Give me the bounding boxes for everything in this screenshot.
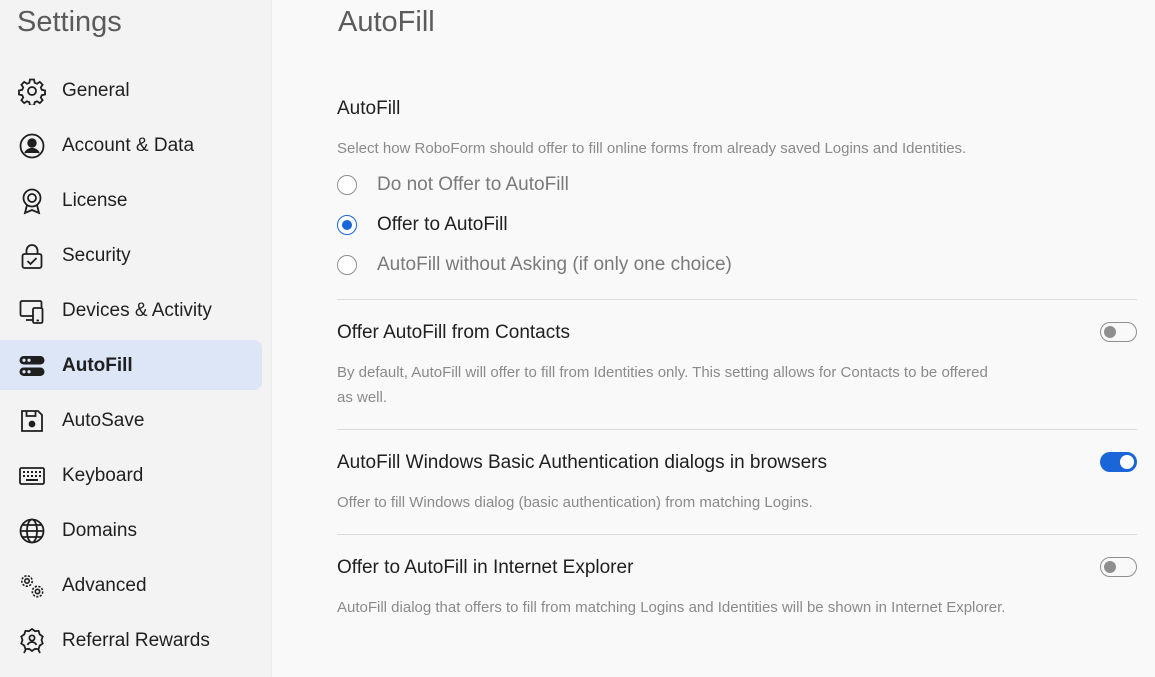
ie-toggle[interactable] (1100, 557, 1137, 577)
windows-auth-toggle[interactable] (1100, 452, 1137, 472)
sidebar-item-security[interactable]: Security (0, 230, 262, 280)
contacts-toggle[interactable] (1100, 322, 1137, 342)
radio-button[interactable] (337, 255, 357, 275)
lock-icon (18, 242, 46, 270)
contacts-description: By default, AutoFill will offer to fill … (337, 360, 1137, 410)
main-panel: AutoFill AutoFill Select how RoboForm sh… (272, 0, 1155, 677)
sidebar: Settings General Account & Data License … (0, 0, 272, 677)
section-title: AutoFill Windows Basic Authentication di… (337, 452, 828, 473)
windows-auth-description: Offer to fill Windows dialog (basic auth… (337, 490, 1137, 515)
sidebar-item-label: Keyboard (62, 465, 144, 486)
radio-do-not-offer[interactable]: Do not Offer to AutoFill (337, 172, 569, 198)
sidebar-item-account-data[interactable]: Account & Data (0, 120, 262, 170)
page-title: AutoFill (338, 6, 435, 38)
account-icon (18, 132, 46, 160)
sidebar-item-label: Referral Rewards (62, 630, 210, 651)
sidebar-item-license[interactable]: License (0, 175, 262, 225)
sidebar-item-label: License (62, 190, 128, 211)
sidebar-item-label: AutoFill (62, 355, 133, 376)
radio-label: Offer to AutoFill (377, 214, 508, 235)
radio-label: AutoFill without Asking (if only one cho… (377, 254, 732, 275)
sidebar-item-autosave[interactable]: AutoSave (0, 395, 262, 445)
contacts-section: Offer AutoFill from Contacts (337, 322, 1137, 344)
section-description: Offer to fill Windows dialog (basic auth… (337, 494, 813, 511)
radio-offer-to-autofill[interactable]: Offer to AutoFill (337, 212, 508, 238)
sidebar-item-devices-activity[interactable]: Devices & Activity (0, 285, 262, 335)
radio-label: Do not Offer to AutoFill (377, 174, 569, 195)
radio-autofill-without-asking[interactable]: AutoFill without Asking (if only one cho… (337, 252, 732, 278)
globe-icon (18, 517, 46, 545)
autofill-icon (18, 352, 46, 380)
sidebar-item-autofill[interactable]: AutoFill (0, 340, 262, 390)
sidebar-item-label: General (62, 80, 130, 101)
ie-description: AutoFill dialog that offers to fill from… (337, 595, 1137, 620)
sidebar-item-label: AutoSave (62, 410, 145, 431)
section-title: AutoFill (337, 98, 401, 119)
devices-icon (18, 297, 46, 325)
sidebar-item-label: Account & Data (62, 135, 195, 156)
section-description: Select how RoboForm should offer to fill… (337, 140, 967, 157)
section-title: Offer to AutoFill in Internet Explorer (337, 557, 634, 578)
autofill-mode-description: Select how RoboForm should offer to fill… (337, 136, 1137, 161)
gear-icon (18, 77, 46, 105)
sidebar-item-general[interactable]: General (0, 65, 262, 115)
sidebar-item-advanced[interactable]: Advanced (0, 560, 262, 610)
sidebar-nav: General Account & Data License Security … (0, 65, 272, 670)
gears-icon (18, 572, 46, 600)
section-description: AutoFill dialog that offers to fill from… (337, 599, 1006, 616)
section-title: Offer AutoFill from Contacts (337, 322, 571, 343)
keyboard-icon (18, 462, 46, 490)
divider (337, 429, 1137, 430)
section-description-line1: By default, AutoFill will offer to fill … (337, 364, 988, 381)
sidebar-item-keyboard[interactable]: Keyboard (0, 450, 262, 500)
sidebar-title: Settings (17, 6, 122, 38)
divider (337, 299, 1137, 300)
ie-section: Offer to AutoFill in Internet Explorer (337, 557, 1137, 579)
sidebar-item-label: Security (62, 245, 131, 266)
autofill-mode-radio-group: Do not Offer to AutoFill Offer to AutoFi… (337, 172, 1137, 282)
sidebar-item-referral-rewards[interactable]: Referral Rewards (0, 615, 262, 665)
sidebar-item-label: Devices & Activity (62, 300, 212, 321)
sidebar-item-domains[interactable]: Domains (0, 505, 262, 555)
radio-button[interactable] (337, 215, 357, 235)
autofill-mode-section: AutoFill (337, 98, 1137, 120)
divider (337, 534, 1137, 535)
sidebar-item-label: Domains (62, 520, 137, 541)
section-description-line2: as well. (337, 389, 388, 406)
sidebar-item-label: Advanced (62, 575, 147, 596)
radio-button[interactable] (337, 175, 357, 195)
license-badge-icon (18, 187, 46, 215)
save-icon (18, 407, 46, 435)
windows-auth-section: AutoFill Windows Basic Authentication di… (337, 452, 1137, 474)
reward-badge-icon (18, 627, 46, 655)
